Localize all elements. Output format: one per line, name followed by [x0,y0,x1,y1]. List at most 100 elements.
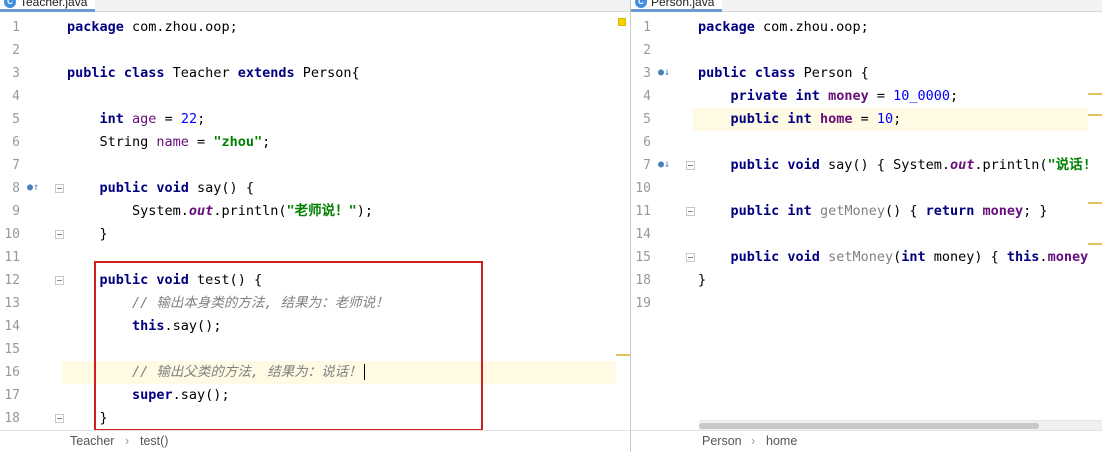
code-token: 10_0000 [893,88,950,104]
code-token: money [982,203,1024,219]
override-marker-icon[interactable]: ●↓ [658,66,674,80]
code-line[interactable] [693,292,1102,315]
gutter-row: 2 [631,39,693,62]
code-line[interactable] [693,39,1102,62]
code-line[interactable]: package com.zhou.oop; [693,16,1102,39]
line-number: 14 [4,319,20,334]
override-marker-icon[interactable]: ●↓ [658,158,674,172]
code-line[interactable]: } [62,223,630,246]
breadcrumb-field[interactable]: home [766,431,797,452]
code-line[interactable]: private int money = 10_0000; [693,85,1102,108]
line-number: 6 [643,135,651,150]
change-marker[interactable] [1088,93,1102,95]
line-number: 5 [643,112,651,127]
code-line[interactable] [62,39,630,62]
gutter-row: 17 [0,384,62,407]
gutter-row: 9 [0,200,62,223]
scrollbar-thumb[interactable] [699,423,1039,429]
code-line[interactable]: // 输出父类的方法, 结果为：说话！ [62,361,630,384]
change-marker[interactable] [1088,243,1102,245]
override-marker-icon[interactable]: ●↑ [27,181,43,195]
code-line[interactable]: int age = 22; [62,108,630,131]
code-line[interactable]: package com.zhou.oop; [62,16,630,39]
code-token: 10 [876,111,894,127]
line-number: 3 [643,66,651,81]
code-line[interactable]: String name = "zhou"; [62,131,630,154]
code-token: public void [99,272,189,288]
code-token: say() { [188,180,254,196]
code-token: "zhou" [213,134,263,150]
gutter-row: 2 [0,39,62,62]
tab-label: Person.java [651,0,715,9]
tab-person-java[interactable]: C Person.java [631,0,723,12]
breadcrumb-separator-icon: › [751,434,756,448]
code-token: private int [730,88,820,104]
code-line[interactable]: System.out.println("老师说！"); [62,200,630,223]
code-token: = [852,111,877,127]
code-line[interactable] [693,177,1102,200]
line-number: 11 [635,204,651,219]
code-token: ; [893,111,902,127]
line-number: 8 [12,181,20,196]
code-token: getMoney [819,203,885,219]
code-line[interactable]: // 输出本身类的方法, 结果为：老师说！ [62,292,630,315]
change-marker[interactable] [1088,202,1102,204]
line-number: 4 [643,89,651,104]
code-line[interactable] [693,131,1102,154]
code-token: .say(); [172,387,230,403]
code-line[interactable]: public int getMoney() { return money; } [693,200,1102,223]
gutter-row: 19 [631,292,693,315]
tab-label: Teacher.java [20,0,88,9]
code-line[interactable]: this.say(); [62,315,630,338]
code-token: this [1006,249,1040,265]
breadcrumb-class[interactable]: Person [702,431,742,452]
error-stripe[interactable] [616,12,630,430]
horizontal-scrollbar[interactable] [699,420,1102,430]
code-token: name [156,134,189,150]
line-number: 10 [635,181,651,196]
code-line[interactable]: public void say() { System.out.println("… [693,154,1102,177]
code-line[interactable]: } [693,269,1102,292]
breadcrumb-class[interactable]: Teacher [70,431,114,452]
gutter-row: 10 [631,177,693,200]
code-token: () { [884,203,926,219]
code-line[interactable]: public class Person { [693,62,1102,85]
code-token: int [901,249,926,265]
line-number: 18 [4,411,20,426]
code-line[interactable]: public void setMoney(int money) { this.m… [693,246,1102,269]
line-number: 11 [4,250,20,265]
code-line[interactable] [62,154,630,177]
code-token: this [132,318,165,334]
editor-tab-bar: C Teacher.java [0,0,630,12]
code-token: } [698,272,707,288]
code-line[interactable]: public int home = 10; [693,108,1102,131]
current-line-marker[interactable] [616,354,630,356]
code-line[interactable]: } [62,407,630,430]
warning-marker[interactable] [618,18,626,26]
code-line[interactable] [693,223,1102,246]
text-cursor [363,364,365,380]
line-number: 19 [635,296,651,311]
code-line[interactable]: public void test() { [62,269,630,292]
error-stripe[interactable] [1088,12,1102,430]
code-token: . [1039,249,1048,265]
code-line[interactable]: super.say(); [62,384,630,407]
code-line[interactable] [62,85,630,108]
code-line[interactable]: public void say() { [62,177,630,200]
line-number: 4 [12,89,20,104]
gutter-row: 5 [631,108,693,131]
code-area[interactable]: package com.zhou.oop; public class Person… [693,12,1102,430]
code-line[interactable] [62,246,630,269]
tab-teacher-java[interactable]: C Teacher.java [0,0,96,12]
breadcrumb-method[interactable]: test() [140,431,168,452]
code-line[interactable]: public class Teacher extends Person{ [62,62,630,85]
line-number: 1 [12,20,20,35]
gutter-row: 1 [631,16,693,39]
change-marker[interactable] [1088,114,1102,116]
code-line[interactable] [62,338,630,361]
breadcrumb: Teacher › test() [0,430,630,452]
code-area[interactable]: package com.zhou.oop; public class Teache… [62,12,630,430]
